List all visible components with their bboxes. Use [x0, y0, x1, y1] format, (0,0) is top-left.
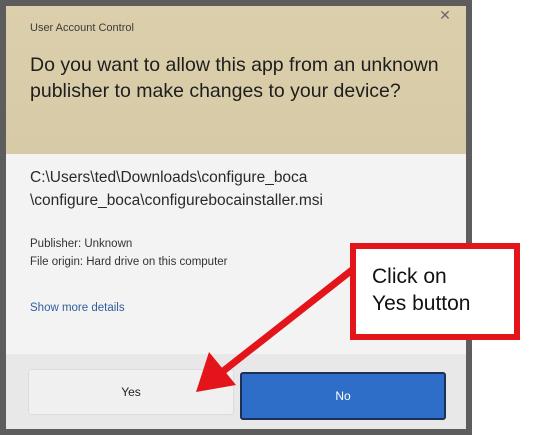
app-path-line-1: C:\Users\ted\Downloads\configure_boca	[30, 169, 308, 186]
annotation-callout: Click on Yes button	[350, 243, 520, 340]
annotation-line-1: Click on	[372, 265, 447, 288]
annotation-line-2: Yes button	[372, 292, 471, 315]
screenshot: User Account Control ✕ Do you want to al…	[0, 0, 533, 435]
file-origin-label: File origin: Hard drive on this computer	[30, 256, 228, 268]
app-path: C:\Users\ted\Downloads\configure_boca \c…	[30, 166, 450, 212]
show-more-details-link[interactable]: Show more details	[30, 302, 125, 314]
app-path-line-2: \configure_boca\configurebocainstaller.m…	[30, 192, 323, 209]
dialog-question: Do you want to allow this app from an un…	[30, 54, 439, 102]
no-button[interactable]: No	[240, 372, 446, 420]
annotation-text: Click on Yes button	[372, 263, 470, 317]
close-icon[interactable]: ✕	[438, 8, 452, 22]
dialog-title: User Account Control	[30, 22, 134, 34]
yes-button[interactable]: Yes	[28, 369, 234, 415]
publisher-label: Publisher: Unknown	[30, 238, 133, 250]
